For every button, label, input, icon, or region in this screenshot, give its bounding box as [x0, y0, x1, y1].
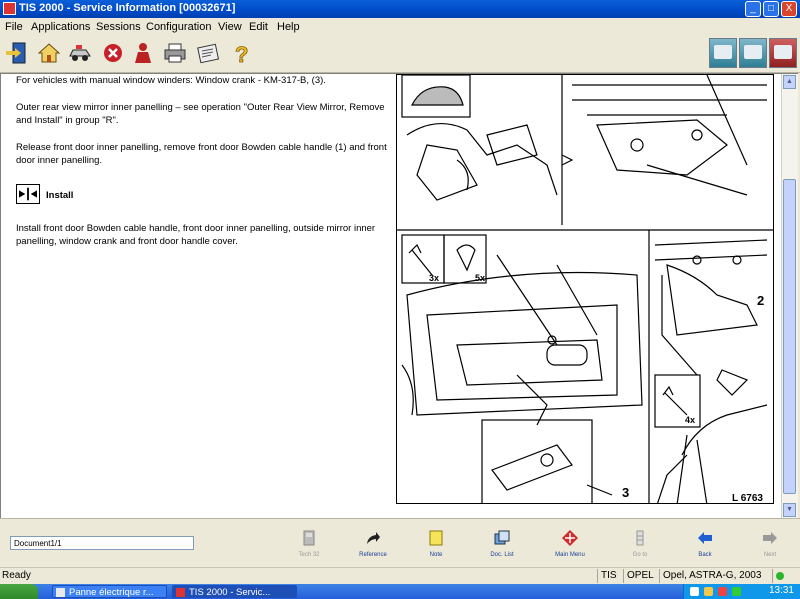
- count-label-3x: 3x: [429, 273, 439, 283]
- menu-view[interactable]: View: [218, 21, 242, 33]
- main-menu-button[interactable]: Main Menu: [545, 526, 595, 564]
- tech32-button[interactable]: Tech 32: [284, 526, 334, 564]
- reference-arrow-icon: [367, 532, 380, 544]
- status-brand: OPEL: [623, 569, 658, 583]
- tech32-label: Tech 32: [298, 552, 320, 558]
- tray-update-icon[interactable]: [732, 587, 741, 596]
- scroll-down-arrow-icon[interactable]: ▼: [783, 503, 796, 517]
- back-arrow-icon: [698, 532, 712, 544]
- note-label: Note: [429, 552, 443, 558]
- app-switch-2-icon[interactable]: [739, 38, 767, 68]
- close-button[interactable]: X: [781, 1, 797, 17]
- back-label: Back: [698, 552, 712, 558]
- task-app-icon: [56, 588, 65, 597]
- reference-label: Reference: [359, 552, 387, 558]
- note-button[interactable]: Note: [411, 526, 461, 564]
- next-arrow-icon: [763, 532, 777, 544]
- maximize-button[interactable]: □: [763, 1, 779, 17]
- system-tray: 13:31: [683, 584, 800, 599]
- clock: 13:31: [768, 585, 794, 596]
- menu-help[interactable]: Help: [277, 21, 300, 33]
- status-ready: Ready: [2, 570, 31, 581]
- install-icon: [16, 184, 40, 204]
- main-menu-label: Main Menu: [555, 552, 585, 558]
- menu-edit[interactable]: Edit: [249, 21, 268, 33]
- note-icon: [429, 530, 443, 546]
- task-label: Panne électrique r...: [69, 587, 154, 598]
- callout-2: 2: [757, 293, 764, 308]
- tray-security-icon[interactable]: [718, 587, 727, 596]
- toolbar: ?: [0, 36, 800, 73]
- install-label: Install: [46, 190, 74, 201]
- scroll-up-arrow-icon[interactable]: ▲: [783, 75, 796, 89]
- print-icon[interactable]: [163, 41, 187, 65]
- doc-list-icon: [494, 530, 510, 545]
- minimize-button[interactable]: _: [745, 1, 761, 17]
- count-label-4x: 4x: [685, 415, 695, 425]
- back-button[interactable]: Back: [680, 526, 730, 564]
- app-icon: [3, 2, 16, 15]
- technical-diagram: 3x 5x 4x 2 3 L 6763: [396, 74, 774, 504]
- install-heading: Install: [16, 184, 316, 204]
- task-tis2000[interactable]: TIS 2000 - Servic...: [172, 585, 297, 598]
- home-icon[interactable]: [37, 41, 61, 65]
- window-title: TIS 2000 - Service Information [00032671…: [19, 2, 236, 14]
- paragraph-release-panelling: Release front door inner panelling, remo…: [16, 142, 387, 166]
- stop-icon[interactable]: [101, 41, 125, 65]
- menu-file[interactable]: File: [5, 21, 23, 33]
- document-field: Document1/1: [10, 536, 194, 550]
- help-icon[interactable]: ?: [229, 41, 253, 65]
- count-label-5x: 5x: [475, 273, 485, 283]
- goto-icon: [636, 530, 644, 546]
- reference-button[interactable]: Reference: [348, 526, 398, 564]
- notes-icon[interactable]: [196, 41, 220, 65]
- app-switch-1-icon[interactable]: [709, 38, 737, 68]
- start-button[interactable]: [0, 584, 38, 599]
- status-tis: TIS: [597, 569, 622, 583]
- menu-configuration[interactable]: Configuration: [146, 21, 211, 33]
- task-panne-electrique[interactable]: Panne électrique r...: [52, 585, 167, 598]
- status-bar: Ready TIS OPEL Opel, ASTRA-G, 2003: [0, 567, 800, 584]
- tray-network-icon[interactable]: [690, 587, 699, 596]
- vehicle-select-icon[interactable]: [68, 41, 92, 65]
- vertical-scrollbar[interactable]: ▲ ▼: [781, 74, 798, 518]
- main-menu-icon: [562, 530, 578, 546]
- task-label: TIS 2000 - Servic...: [189, 587, 271, 598]
- title-bar: TIS 2000 - Service Information [00032671…: [0, 0, 800, 18]
- taskbar: Panne électrique r... TIS 2000 - Servic.…: [0, 584, 800, 599]
- menu-bar: File Applications Sessions Configuration…: [0, 18, 800, 36]
- goto-button[interactable]: Go to: [615, 526, 665, 564]
- exit-door-icon[interactable]: [4, 41, 28, 65]
- tech32-icon: [303, 530, 315, 546]
- person-icon[interactable]: [131, 41, 155, 65]
- app-switch-3-icon[interactable]: [769, 38, 797, 68]
- next-label: Next: [763, 552, 777, 558]
- doc-list-label: Doc. List: [490, 552, 514, 558]
- document-viewer: For vehicles with manual window winders:…: [0, 73, 798, 518]
- status-vehicle: Opel, ASTRA-G, 2003: [659, 569, 771, 583]
- next-button[interactable]: Next: [745, 526, 795, 564]
- door-panel-illustration: 3x 5x 4x 2 3 L 6763: [397, 75, 773, 504]
- window-crank-inset: [481, 419, 593, 503]
- menu-applications[interactable]: Applications: [31, 21, 90, 33]
- doc-list-button[interactable]: Doc. List: [477, 526, 527, 564]
- paragraph-window-crank: For vehicles with manual window winders:…: [16, 75, 326, 86]
- task-tis-icon: [176, 588, 185, 597]
- paragraph-install: Install front door Bowden cable handle, …: [16, 223, 376, 247]
- callout-3: 3: [622, 485, 629, 500]
- navigation-bar: Document1/1 Tech 32 Reference Note Doc. …: [0, 518, 800, 567]
- status-indicator-icon: [772, 569, 788, 583]
- menu-sessions[interactable]: Sessions: [96, 21, 141, 33]
- scroll-thumb[interactable]: [783, 179, 796, 494]
- figure-id: L 6763: [732, 493, 763, 504]
- tray-volume-icon[interactable]: [704, 587, 713, 596]
- goto-label: Go to: [632, 552, 648, 558]
- paragraph-mirror-panelling: Outer rear view mirror inner panelling –…: [16, 102, 385, 126]
- svg-text:?: ?: [235, 42, 248, 65]
